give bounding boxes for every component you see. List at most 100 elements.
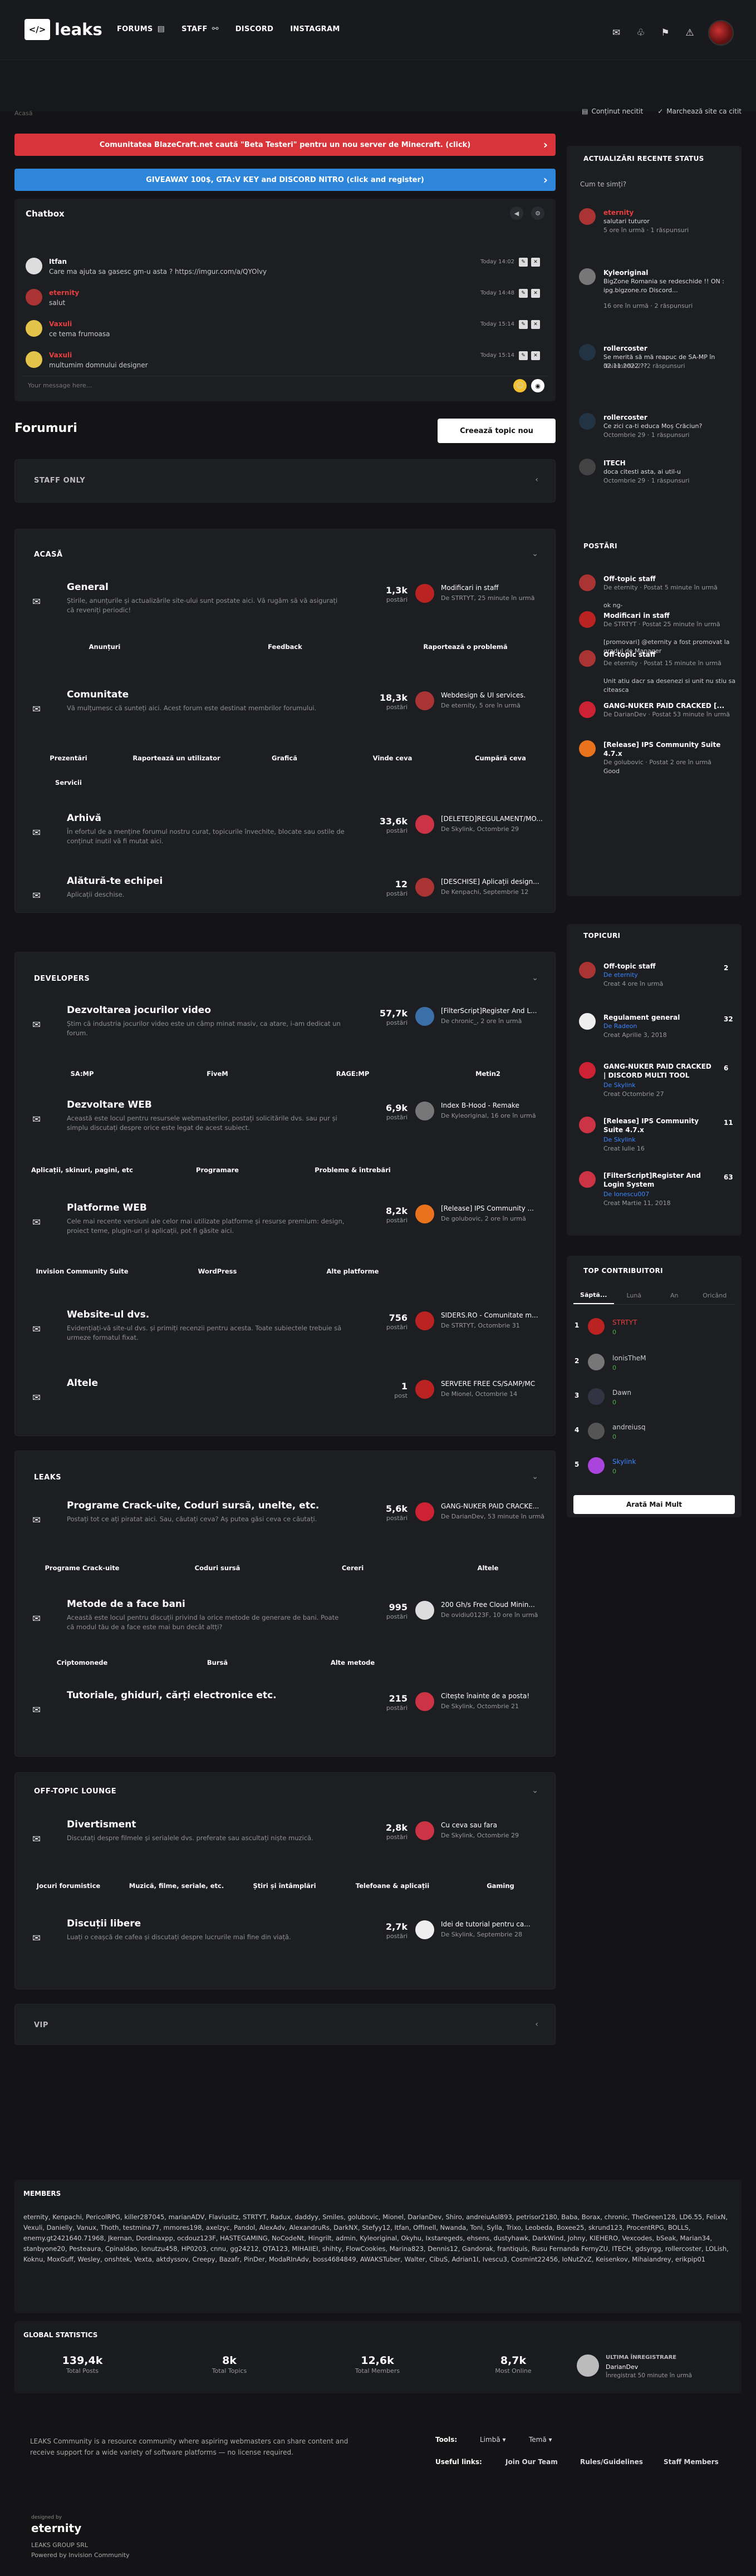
status-avatar[interactable]: [579, 268, 596, 285]
chat-message-input[interactable]: Your message here... ☺ ◉: [22, 376, 548, 392]
contributor-tab[interactable]: An: [654, 1287, 695, 1304]
topic-title[interactable]: [Release] IPS Community Suite 4.7.x: [603, 1117, 715, 1134]
last-post-title[interactable]: [DESCHISE] Aplicații design...: [441, 878, 552, 886]
user-avatar[interactable]: [708, 20, 734, 46]
subforum-link[interactable]: FiveM: [150, 1061, 285, 1086]
unread-content-link[interactable]: ▤ Conținut necitit: [582, 107, 643, 115]
last-post-avatar[interactable]: [415, 1692, 434, 1711]
delete-icon[interactable]: ✕: [531, 289, 540, 298]
forum-name[interactable]: Dezvoltarea jocurilor video: [67, 1005, 211, 1016]
subforum-link[interactable]: Prezentări: [14, 746, 122, 770]
last-post-title[interactable]: 200 Gh/s Free Cloud Minin...: [441, 1601, 552, 1609]
forum-row[interactable]: ✉ General Știrile, anunțurile și actualiză…: [14, 582, 556, 626]
forum-last-post[interactable]: Modificari in staff De STRTYT, 25 minute …: [415, 584, 553, 612]
chat-author[interactable]: eternity: [49, 289, 79, 297]
contributor-tab[interactable]: Oricând: [695, 1287, 735, 1304]
last-post-avatar[interactable]: [415, 584, 434, 603]
status-avatar[interactable]: [579, 208, 596, 225]
contributor-avatar[interactable]: [588, 1457, 605, 1474]
subforum-link[interactable]: WordPress: [150, 1259, 285, 1284]
chat-avatar[interactable]: [26, 258, 42, 274]
announcement-banner-giveaway[interactable]: GIVEAWAY 100$, GTA:V KEY and DISCORD NIT…: [14, 169, 556, 191]
warning-icon[interactable]: ⚠: [684, 27, 696, 39]
last-post-title[interactable]: Webdesign & UI services.: [441, 691, 552, 699]
chevron-down-icon[interactable]: ⌄: [532, 974, 538, 982]
status-avatar[interactable]: [579, 459, 596, 475]
subforum-link[interactable]: Servicii: [14, 770, 122, 795]
last-post-title[interactable]: GANG-NUKER PAID CRACKE...: [441, 1502, 552, 1510]
subforum-link[interactable]: Alte metode: [285, 1650, 420, 1675]
category-staff-only[interactable]: STAFF ONLY ‹: [14, 459, 556, 503]
forum-name[interactable]: Altele: [67, 1378, 98, 1389]
last-post-title[interactable]: [DELETED]REGULAMENT/MO...: [441, 815, 552, 823]
subforum-link[interactable]: Raportează o problemă: [375, 635, 556, 659]
edit-icon[interactable]: ✎: [519, 320, 528, 329]
last-post-avatar[interactable]: [415, 1601, 434, 1620]
subforum-link[interactable]: Cereri: [285, 1556, 420, 1580]
camera-icon[interactable]: ◉: [531, 379, 544, 392]
last-post-avatar[interactable]: [415, 1920, 434, 1939]
subforum-link[interactable]: Bursă: [150, 1650, 285, 1675]
post-title[interactable]: Modificari in staff: [603, 611, 737, 620]
edit-icon[interactable]: ✎: [519, 289, 528, 298]
topic-title[interactable]: GANG-NUKER PAID CRACKED | DISCORD MULTI …: [603, 1062, 715, 1080]
contributor-avatar[interactable]: [588, 1354, 605, 1370]
subforum-link[interactable]: Feedback: [195, 635, 375, 659]
forum-name[interactable]: Divertisment: [67, 1819, 136, 1830]
contributor-tab[interactable]: Lună: [614, 1287, 655, 1304]
subforum-link[interactable]: Criptomonede: [14, 1650, 150, 1675]
forum-row[interactable]: ✉ Comunitate Vă mulțumesc că sunteți aici.…: [14, 689, 556, 734]
forum-last-post[interactable]: Idei de tutorial pentru ca... De Skylink,…: [415, 1920, 553, 1948]
nav-staff[interactable]: STAFF ⚯: [181, 21, 219, 37]
topic-avatar[interactable]: [579, 1062, 596, 1079]
forum-last-post[interactable]: Citește înainte de a posta! De Skylink, O…: [415, 1692, 553, 1720]
forum-row[interactable]: ✉ Discuții libere Luați o ceașcă de cafea …: [14, 1918, 556, 1963]
forum-row[interactable]: ✉ Divertisment Discutați despre filmele și…: [14, 1819, 556, 1864]
subforum-link[interactable]: Muzică, filme, seriale, etc.: [122, 1874, 230, 1898]
notifications-icon[interactable]: ♧: [635, 27, 647, 39]
chevron-down-icon[interactable]: ⌄: [532, 549, 538, 558]
post-title[interactable]: GANG-NUKER PAID CRACKED [...: [603, 701, 737, 710]
delete-icon[interactable]: ✕: [531, 258, 540, 267]
show-more-button[interactable]: Arată Mai Mult: [573, 1495, 735, 1514]
contributor-name[interactable]: andreiusq: [612, 1423, 746, 1432]
subforum-link[interactable]: Jocuri forumistice: [14, 1874, 122, 1898]
subforum-link[interactable]: Știri și întâmplări: [230, 1874, 338, 1898]
chat-prev-icon[interactable]: ◀: [510, 207, 523, 220]
last-post-title[interactable]: Modificari in staff: [441, 584, 552, 592]
forum-last-post[interactable]: Cu ceva sau fara De Skylink, Octombrie 29: [415, 1821, 553, 1849]
topic-author[interactable]: De Skylink: [603, 1135, 737, 1144]
contributor-avatar[interactable]: [588, 1388, 605, 1405]
subforum-link[interactable]: SA:MP: [14, 1061, 150, 1086]
forum-name[interactable]: Tutoriale, ghiduri, cărți electronice et…: [67, 1690, 277, 1701]
forum-last-post[interactable]: [DESCHISE] Aplicații design... De Kenpach…: [415, 878, 553, 906]
nav-discord[interactable]: DISCORD: [235, 21, 273, 37]
forum-last-post[interactable]: Webdesign & UI services. De eternity, 5 o…: [415, 691, 553, 719]
forum-last-post[interactable]: GANG-NUKER PAID CRACKE... De DarianDev, 5…: [415, 1502, 553, 1530]
last-post-title[interactable]: Citește înainte de a posta!: [441, 1692, 552, 1700]
create-topic-button[interactable]: Creează topic nou: [438, 419, 556, 443]
status-author[interactable]: rollercoster: [603, 413, 737, 422]
footer-link-rules[interactable]: Rules/Guidelines: [580, 2458, 643, 2466]
post-avatar[interactable]: [579, 574, 596, 591]
status-author[interactable]: eternity: [603, 208, 737, 217]
subforum-link[interactable]: Programe Crack-uite: [14, 1556, 150, 1580]
forum-row[interactable]: ✉ Dezvoltare WEB Această este locul pentru…: [14, 1099, 556, 1144]
last-post-avatar[interactable]: [415, 1821, 434, 1840]
nav-forums[interactable]: FORUMS ▤: [117, 21, 165, 37]
last-post-title[interactable]: SERVERE FREE CS/SAMP/MC: [441, 1380, 552, 1388]
language-selector[interactable]: Limbă ▾: [480, 2436, 506, 2444]
forum-row[interactable]: ✉ Alătură-te echipei Aplicații deschise. 12…: [14, 876, 556, 920]
forum-row[interactable]: ✉ Programe Crack-uite, Coduri sursă, unel…: [14, 1500, 556, 1545]
forum-name[interactable]: Alătură-te echipei: [67, 876, 163, 887]
last-post-avatar[interactable]: [415, 815, 434, 834]
subforum-link[interactable]: Grafică: [230, 746, 338, 770]
post-avatar[interactable]: [579, 650, 596, 667]
last-post-title[interactable]: Index B-Hood - Remake: [441, 1102, 552, 1109]
forum-name[interactable]: General: [67, 582, 109, 593]
last-post-avatar[interactable]: [415, 878, 434, 897]
post-avatar[interactable]: [579, 611, 596, 628]
forum-row[interactable]: ✉ Dezvoltarea jocurilor video Știm că indu…: [14, 1005, 556, 1049]
nav-instagram[interactable]: INSTAGRAM: [290, 21, 340, 37]
chat-avatar[interactable]: [26, 351, 42, 368]
